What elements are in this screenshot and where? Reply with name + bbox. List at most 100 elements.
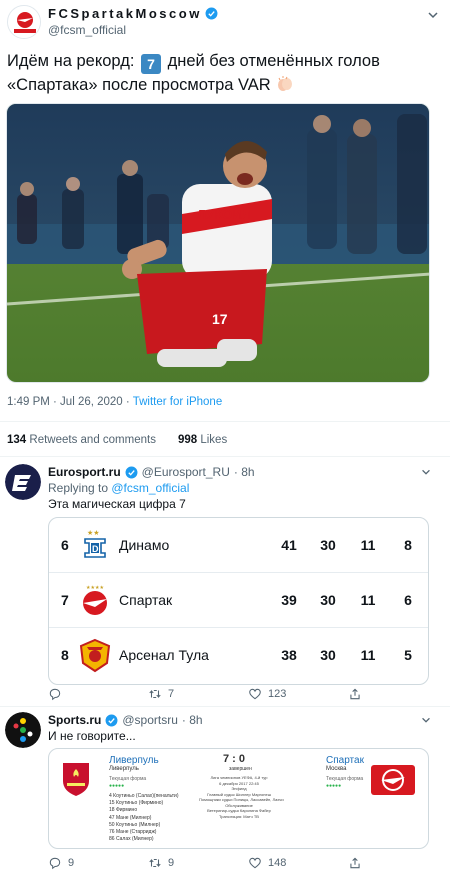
scorer-item: 18 Фирмино	[109, 807, 138, 814]
dynamo-logo-icon: ★★ D	[84, 529, 106, 558]
retweet-icon	[149, 689, 161, 699]
reply-actions: 9 9 148	[48, 856, 428, 872]
chevron-down-icon[interactable]	[420, 714, 432, 726]
svg-text:★★★★: ★★★★	[86, 585, 104, 591]
reply-time[interactable]: · 8h	[182, 713, 203, 727]
tweet-text: Идём на рекорд: 7 дней без отменённых го…	[7, 50, 437, 97]
like-count: 148	[268, 857, 287, 869]
likes-label: Likes	[200, 434, 228, 446]
retweets-stat[interactable]: 134 Retweets and comments	[7, 434, 156, 446]
likes-count: 998	[177, 434, 198, 446]
liverpool-crest-icon	[63, 763, 89, 796]
replying-prefix: Replying to	[48, 481, 112, 495]
spartak-avatar[interactable]	[7, 5, 41, 39]
retweets-count: 134	[7, 434, 27, 446]
reply-text: И не говорите...	[48, 729, 136, 743]
table-col4: 8	[404, 537, 412, 553]
scorer-item: 47 Мане (Милнер)	[109, 814, 152, 821]
reply-time[interactable]: · 8h	[234, 465, 255, 479]
reply-handle[interactable]: @Eurosport_RU	[142, 465, 230, 479]
table-team: Спартак	[119, 592, 173, 608]
scorer-item: 76 Мане (Старридж)	[109, 829, 157, 836]
handle[interactable]: @fcsm_official	[48, 23, 218, 37]
share-icon	[350, 688, 360, 700]
match-info: Лига чемпионов УЕФА, 4-й тур 6 декабря 2…	[199, 775, 284, 819]
table-points: 38	[281, 647, 297, 663]
table-col3: 11	[360, 647, 376, 663]
table-col4: 6	[404, 592, 412, 608]
scorer-item: 15 Коутиньо (Фирмино)	[109, 800, 164, 807]
divider	[0, 706, 450, 707]
tweet-header: FCSpartakMoscow @fcsm_official	[0, 0, 450, 44]
retweet-count: 7	[168, 688, 175, 700]
table-games: 30	[320, 537, 336, 553]
reply-name[interactable]: Eurosport.ru	[48, 465, 121, 479]
replying-handle[interactable]: @fcsm_official	[111, 481, 189, 495]
verified-badge-icon	[105, 714, 118, 726]
reply-actions: 7 123	[48, 687, 428, 703]
keycap-number: 7	[141, 54, 161, 74]
share-button[interactable]	[348, 856, 362, 870]
reply-button[interactable]: 9	[48, 856, 74, 870]
table-games: 30	[320, 592, 336, 608]
spartak-logo-icon: ★★★★	[83, 585, 107, 615]
scorer-item: 50 Коутиньо (Милнер)	[109, 821, 161, 828]
table-team: Динамо	[119, 537, 170, 553]
chevron-down-icon[interactable]	[420, 466, 432, 478]
chevron-down-icon[interactable]	[426, 8, 440, 22]
league-table-image[interactable]: 6 ★★ D Динамо 41 30 11 8 7 ★★★★ Спартак …	[48, 517, 429, 685]
eurosport-avatar[interactable]	[5, 464, 41, 500]
comment-icon	[49, 688, 61, 701]
share-button[interactable]	[348, 687, 362, 701]
table-col3: 11	[360, 592, 376, 608]
table-position: 6	[61, 537, 69, 553]
spartak-crest-icon	[371, 765, 415, 795]
reply-handle[interactable]: @sportsru	[122, 713, 178, 727]
scorer-item: 86 Салах (Милнер)	[109, 836, 154, 843]
reply-eurosport[interactable]: Eurosport.ru @Eurosport_RU · 8h Replying…	[0, 460, 450, 710]
scorer-item: 4 Коутиньо (Салах)(пенальти)	[109, 793, 179, 799]
form-label: Текущая форма	[109, 776, 147, 782]
shirt-sponsor: ЛУКОЙЛ	[197, 207, 251, 222]
reply-name[interactable]: Sports.ru	[48, 713, 101, 727]
divider	[0, 456, 450, 457]
away-team: Спартак	[326, 755, 364, 766]
like-button[interactable]: 148	[248, 856, 286, 870]
display-name[interactable]: FCSpartakMoscow	[48, 6, 202, 21]
table-points: 41	[281, 537, 297, 553]
table-points: 39	[281, 592, 297, 608]
form-label: Текущая форма	[326, 776, 364, 782]
share-icon	[350, 857, 360, 869]
sportsru-avatar[interactable]	[5, 712, 41, 748]
match-status: завершен	[229, 766, 252, 772]
reply-sportsru[interactable]: Sports.ru @sportsru · 8h И не говорите..…	[0, 708, 450, 878]
heart-icon	[249, 857, 261, 869]
form-dots: ●●●●●	[326, 783, 342, 789]
like-button[interactable]: 123	[248, 687, 286, 701]
tweet-text-start: Идём на рекорд:	[7, 52, 139, 70]
retweets-label: Retweets and comments	[29, 434, 156, 446]
player-number: 17	[212, 311, 228, 327]
table-col4: 5	[404, 647, 412, 663]
divider	[0, 421, 450, 422]
match-info-line: Лига чемпионов УЕФА, 4-й тур	[210, 775, 268, 780]
svg-text:D: D	[92, 544, 99, 554]
arsenal-tula-logo-icon	[79, 638, 111, 673]
table-position: 7	[61, 592, 69, 608]
tweet-photo[interactable]: ЛУКОЙЛ 17	[6, 103, 430, 383]
reply-button[interactable]	[48, 687, 68, 701]
clapping-hands-icon	[278, 76, 293, 91]
match-result-image[interactable]: Ливерпуль Ливерпуль Текущая форма ●●●●● …	[48, 748, 429, 849]
match-info-line: Ветеринар-судья Каролина Фабер	[207, 808, 271, 813]
retweet-button[interactable]: 9	[148, 856, 174, 870]
timestamp-text[interactable]: 1:49 PM · Jul 26, 2020 ·	[7, 396, 133, 408]
home-city: Ливерпуль	[109, 766, 139, 772]
reply-count: 9	[68, 857, 75, 869]
svg-text:★★: ★★	[87, 529, 100, 537]
table-row: 7 ★★★★ Спартак 39 30 11 6	[49, 573, 428, 627]
table-row: 6 ★★ D Динамо 41 30 11 8	[49, 518, 428, 572]
source-link[interactable]: Twitter for iPhone	[133, 396, 222, 408]
match-info-line: Помощники судьи Попицы, Лассавейн, Лахчи	[199, 797, 284, 802]
likes-stat[interactable]: 998 Likes	[178, 434, 227, 446]
retweet-button[interactable]: 7	[148, 687, 174, 701]
